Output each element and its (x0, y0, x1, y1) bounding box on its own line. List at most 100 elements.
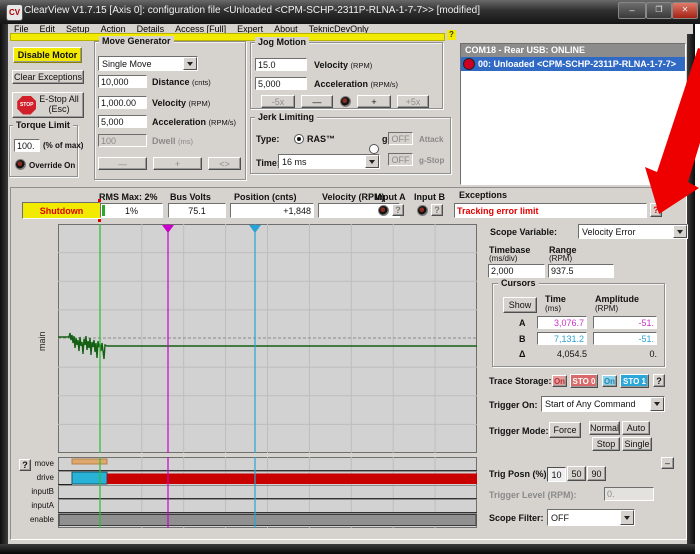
distance-label: Distance (cnts) (152, 77, 211, 87)
trigger-auto-button[interactable]: Auto (622, 421, 650, 435)
scope-plot[interactable] (58, 224, 477, 453)
position-header: Position (cnts) (234, 192, 297, 202)
input-a-header: Input A (375, 192, 406, 202)
position-field: +1,848 (230, 203, 314, 218)
window-border-right (687, 24, 695, 544)
com-node-row[interactable]: 00: Unloaded <CPM-SCHP-2311P-RLNA-1-7-7> (461, 57, 685, 71)
trigger-level-label: Trigger Level (RPM): (489, 490, 577, 500)
jog-velocity-label: Velocity (RPM) (314, 60, 372, 70)
digital-channels-plot[interactable] (58, 457, 477, 528)
jog-minus5x-button[interactable]: -5x (261, 95, 295, 108)
window-border-bottom (0, 544, 695, 554)
jerk-time-select[interactable]: 16 ms (278, 154, 380, 169)
move-minus-button[interactable]: — (98, 157, 147, 170)
dropdown-arrow-icon[interactable] (620, 510, 634, 525)
scope-filter-value: OFF (548, 513, 620, 523)
move-plus-button[interactable]: + (153, 157, 202, 170)
scope-filter-label: Scope Filter: (489, 513, 544, 523)
jerk-limiting-title: Jerk Limiting (255, 112, 317, 122)
jog-plus-button[interactable]: + (357, 95, 391, 108)
trigger-single-button[interactable]: Single (622, 437, 652, 451)
acceleration-field[interactable]: 5,000 (98, 115, 147, 128)
jerk-time-value: 16 ms (279, 157, 365, 167)
cursor-a-time-field: 3,076.7 (537, 316, 587, 329)
trace-sto0-button[interactable]: STO 0 (570, 374, 598, 388)
velocity-field[interactable]: 1,000.00 (98, 96, 147, 109)
channel-label-inputB: inputB (14, 487, 54, 496)
estop-button[interactable]: STOP E-Stop All (Esc) (12, 92, 84, 118)
dropdown-arrow-icon[interactable] (365, 155, 379, 168)
channel-label-enable: enable (14, 515, 54, 524)
exceptions-header: Exceptions (459, 190, 507, 200)
trace-storage-label: Trace Storage: (489, 376, 552, 386)
acceleration-label: Acceleration (RPM/s) (152, 117, 236, 127)
jog-stop-radio-icon[interactable] (340, 96, 351, 107)
trigger-stop-button[interactable]: Stop (592, 437, 620, 451)
trigger-on-value: Start of Any Command (542, 399, 650, 409)
override-radio-icon[interactable] (15, 159, 26, 170)
trigger-on-label: Trigger On: (489, 400, 538, 410)
trig-posn-90-button[interactable]: 90 (587, 466, 606, 481)
enable-active-bar (59, 515, 476, 526)
dropdown-arrow-icon[interactable] (673, 225, 687, 238)
node-status-icon (463, 58, 475, 70)
trigger-normal-button[interactable]: Normal (589, 421, 620, 435)
cursors-show-button[interactable]: Show (503, 297, 537, 313)
timebase-field[interactable]: 2,000 (488, 264, 545, 278)
bus-volts-header: Bus Volts (170, 192, 211, 202)
move-alternate-button[interactable]: <> (208, 157, 241, 170)
close-button[interactable]: ✕ (672, 2, 698, 19)
range-unit: (RPM) (549, 254, 572, 263)
torque-limit-field[interactable]: 100. (14, 139, 40, 152)
exceptions-collapse-button[interactable]: – (661, 189, 674, 200)
jog-acceleration-field[interactable]: 5,000 (255, 77, 307, 90)
trigger-level-field: 0. (604, 487, 654, 501)
cursor-time-unit: (ms) (545, 304, 561, 313)
cursor-b-amp-field: -51. (593, 332, 657, 345)
scope-variable-select[interactable]: Velocity Error (578, 224, 688, 239)
trig-posn-10-button[interactable]: 10 (547, 467, 566, 482)
trig-posn-50-button[interactable]: 50 (567, 466, 586, 481)
trace-storage-help-button[interactable]: ? (653, 374, 665, 387)
trigger-on-select[interactable]: Start of Any Command (541, 396, 665, 412)
rms-field: 1% (100, 203, 163, 218)
jog-minus-button[interactable]: — (301, 95, 333, 108)
override-label: Override On (29, 161, 75, 170)
scope-collapse-button[interactable]: – (661, 457, 674, 469)
clear-exceptions-button[interactable]: Clear Exceptions (12, 70, 84, 84)
exceptions-help-button[interactable]: ? (650, 203, 662, 217)
minimize-button[interactable]: – (618, 2, 646, 19)
gstop-time-field: OFF (388, 153, 413, 166)
trace-sto1-button[interactable]: STO 1 (620, 374, 649, 388)
jog-velocity-field[interactable]: 15.0 (255, 58, 307, 71)
input-b-help-button[interactable]: ? (431, 204, 443, 216)
trace-on1-button[interactable]: On (602, 375, 617, 387)
distance-field[interactable]: 10,000 (98, 75, 147, 88)
trigger-force-button[interactable]: Force (549, 422, 581, 438)
gstop-radio[interactable] (369, 144, 379, 154)
jog-acceleration-label: Acceleration (RPM/s) (314, 79, 398, 89)
rms-header: RMS Max: 2% (99, 192, 158, 202)
rms-level-bar (102, 205, 105, 216)
move-mode-value: Single Move (99, 59, 183, 69)
trace-on0-button[interactable]: On (552, 375, 567, 387)
attack-field: OFF (388, 132, 413, 145)
yellow-bar-question-icon[interactable]: ? (447, 30, 456, 40)
range-field[interactable]: 937.5 (548, 264, 614, 278)
move-active-bar (72, 459, 107, 464)
channel-label-drive: drive (14, 473, 54, 482)
input-a-help-button[interactable]: ? (392, 204, 404, 216)
scope-variable-label: Scope Variable: (490, 227, 557, 237)
move-generator-title: Move Generator (99, 36, 174, 46)
move-mode-select[interactable]: Single Move (98, 56, 198, 71)
disable-motor-button[interactable]: Disable Motor (13, 47, 82, 63)
cursor-a-amp-field: -51. (593, 316, 657, 329)
dropdown-arrow-icon[interactable] (650, 397, 664, 411)
jog-plus5x-button[interactable]: +5x (397, 95, 429, 108)
maximize-button[interactable]: ❐ (646, 2, 672, 19)
input-a-indicator-icon (378, 205, 389, 216)
ras-radio[interactable] (294, 134, 304, 144)
drive-fault-red-bar (107, 474, 477, 485)
dropdown-arrow-icon[interactable] (183, 57, 197, 70)
scope-filter-select[interactable]: OFF (547, 509, 635, 526)
